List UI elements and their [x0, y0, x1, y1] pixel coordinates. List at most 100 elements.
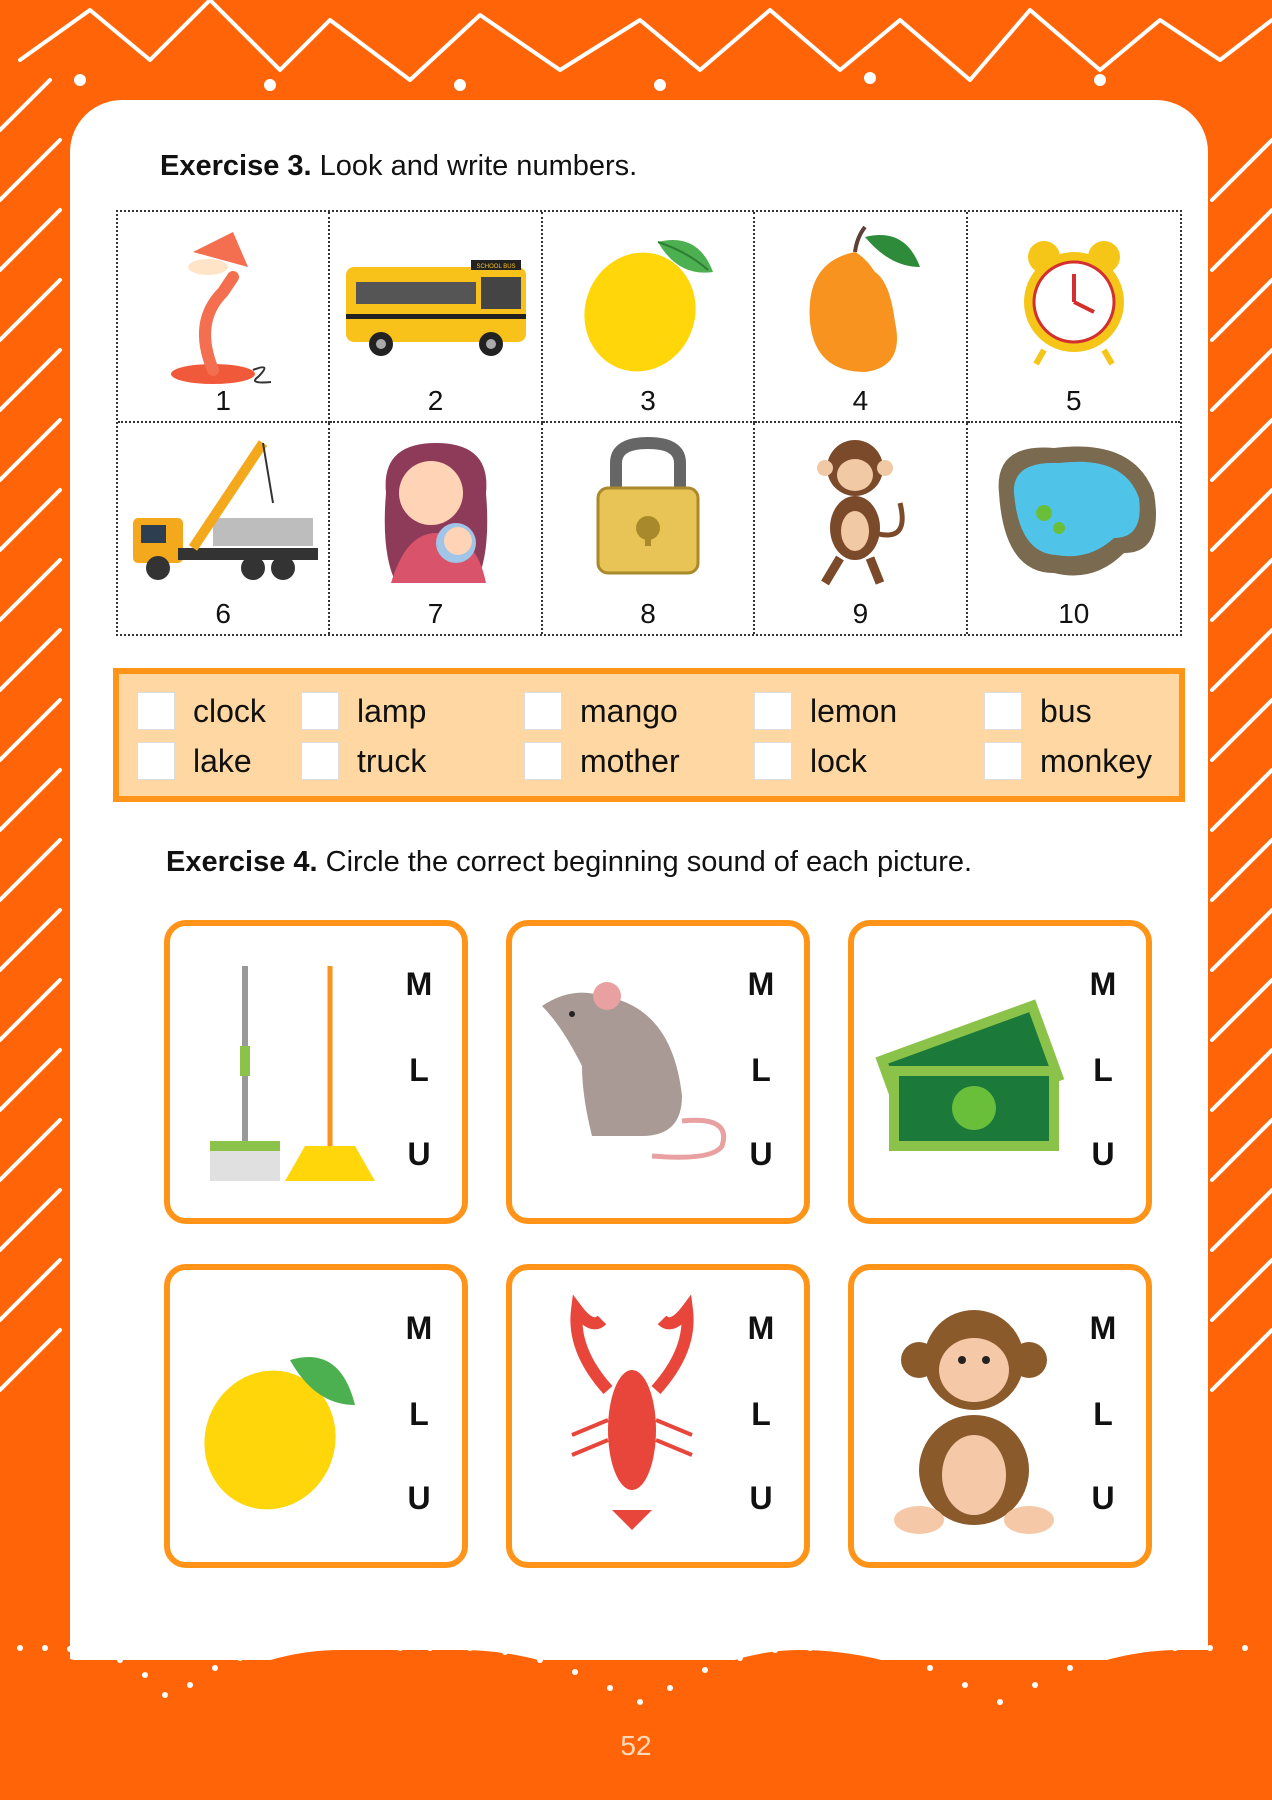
option-letter-l[interactable]: L — [404, 1052, 434, 1089]
alarm-clock-icon — [1023, 241, 1124, 366]
word-item: monkey — [984, 742, 1152, 780]
picture-number: 1 — [215, 385, 231, 416]
option-letter-u[interactable]: U — [746, 1480, 776, 1517]
lobster-icon — [570, 1294, 694, 1530]
picture-number: 8 — [640, 598, 656, 629]
option-letter-u[interactable]: U — [1088, 1480, 1118, 1517]
word-bank: clock lamp mango lemon bus lake truck mo… — [113, 668, 1185, 802]
picture-cell-3: 3 — [542, 212, 756, 423]
picture-number: 4 — [852, 385, 869, 416]
answer-box[interactable] — [301, 692, 339, 730]
exercise4-instruction: Circle the correct beginning sound of ea… — [325, 846, 973, 878]
picture-cell-4: 4 — [755, 212, 968, 423]
word-label: truck — [357, 742, 427, 779]
sound-card-1: M L U — [164, 920, 468, 1224]
picture-cell-2: SCHOOL BUS 2 — [330, 212, 543, 423]
option-letter-l[interactable]: L — [1088, 1052, 1118, 1089]
exercise3-title: Exercise 3. Look and write numbers. — [160, 150, 637, 183]
option-letter-m[interactable]: M — [1088, 966, 1118, 1003]
mango-icon — [809, 225, 921, 372]
picture-number: 5 — [1066, 385, 1082, 416]
option-letter-l[interactable]: L — [404, 1396, 434, 1433]
answer-box[interactable] — [137, 742, 175, 780]
option-letter-m[interactable]: M — [1088, 1310, 1118, 1347]
option-letter-l[interactable]: L — [1088, 1396, 1118, 1433]
word-label: lamp — [357, 692, 427, 729]
picture-cell-10: 10 — [968, 423, 1180, 634]
sound-card-4: M L U — [164, 1264, 468, 1568]
answer-box[interactable] — [754, 692, 792, 730]
lemon-icon — [584, 240, 713, 372]
exercise4-label: Exercise 4. — [166, 846, 318, 878]
word-label: lake — [193, 742, 252, 779]
word-label: monkey — [1040, 742, 1153, 779]
word-label: lock — [810, 742, 867, 779]
sound-card-3: M L U — [848, 920, 1152, 1224]
word-item: lemon — [754, 692, 897, 730]
picture-cell-6: 6 — [118, 423, 331, 634]
picture-cell-1: 1 — [118, 212, 331, 423]
answer-box[interactable] — [524, 692, 562, 730]
word-item: bus — [984, 692, 1092, 730]
picture-number: 6 — [215, 598, 231, 629]
page-number: 52 — [620, 1730, 652, 1761]
picture-cell-8: 8 — [543, 423, 756, 634]
answer-box[interactable] — [984, 692, 1022, 730]
word-item: clock — [137, 692, 266, 730]
sound-card-6: M L U — [848, 1264, 1152, 1568]
picture-cell-5: 5 — [967, 212, 1180, 423]
option-letter-m[interactable]: M — [746, 966, 776, 1003]
mother-baby-icon — [384, 443, 487, 583]
sound-card-2: M L U — [506, 920, 810, 1224]
word-label: clock — [193, 692, 266, 729]
picture-grid: 1 SCHOOL BUS 2 3 4 5 6 7 8 9 10 — [116, 210, 1182, 636]
option-letter-m[interactable]: M — [746, 1310, 776, 1347]
option-letter-m[interactable]: M — [404, 966, 434, 1003]
option-letter-l[interactable]: L — [746, 1396, 776, 1433]
word-item: mango — [524, 692, 678, 730]
monkey-icon — [894, 1310, 1054, 1534]
word-label: mango — [580, 692, 678, 729]
sound-card-5: M L U — [506, 1264, 810, 1568]
picture-number: 10 — [1058, 598, 1090, 629]
mouse-icon — [542, 982, 726, 1160]
word-item: mother — [524, 742, 680, 780]
option-letter-u[interactable]: U — [404, 1136, 434, 1173]
money-icon — [875, 999, 1065, 1151]
crane-truck-icon — [133, 440, 319, 580]
answer-box[interactable] — [524, 742, 562, 780]
option-letter-u[interactable]: U — [746, 1136, 776, 1173]
picture-cell-9: 9 — [755, 423, 968, 634]
desk-lamp-icon — [171, 232, 272, 384]
answer-box[interactable] — [137, 692, 175, 730]
beginning-sound-cards: M L U M L U M L U M L U M L U M L U — [164, 920, 1154, 1570]
scalloped-border — [0, 1645, 1272, 1740]
word-label: bus — [1040, 692, 1092, 729]
school-bus-icon: SCHOOL BUS — [345, 260, 526, 356]
lemon-icon — [204, 1357, 355, 1510]
picture-number: 7 — [427, 598, 444, 629]
exercise3-label: Exercise 3. — [160, 150, 312, 182]
option-letter-u[interactable]: U — [1088, 1136, 1118, 1173]
option-letter-u[interactable]: U — [404, 1480, 434, 1517]
picture-number: 9 — [852, 598, 869, 629]
lake-icon — [998, 446, 1156, 576]
picture-number: 2 — [427, 385, 444, 416]
exercise4-title: Exercise 4. Circle the correct beginning… — [166, 846, 972, 879]
monkey-icon — [817, 440, 906, 586]
bus-sign-text: SCHOOL BUS — [476, 264, 515, 270]
answer-box[interactable] — [301, 742, 339, 780]
mops-brooms-icon — [210, 966, 375, 1181]
exercise3-instruction: Look and write numbers. — [319, 150, 638, 182]
answer-box[interactable] — [754, 742, 792, 780]
answer-box[interactable] — [984, 742, 1022, 780]
picture-number: 3 — [640, 385, 656, 416]
option-letter-m[interactable]: M — [404, 1310, 434, 1347]
option-letter-l[interactable]: L — [746, 1052, 776, 1089]
word-item: lake — [137, 742, 252, 780]
padlock-icon — [596, 436, 700, 575]
word-item: lock — [754, 742, 867, 780]
word-item: lamp — [301, 692, 426, 730]
word-label: mother — [580, 742, 680, 779]
word-item: truck — [301, 742, 426, 780]
